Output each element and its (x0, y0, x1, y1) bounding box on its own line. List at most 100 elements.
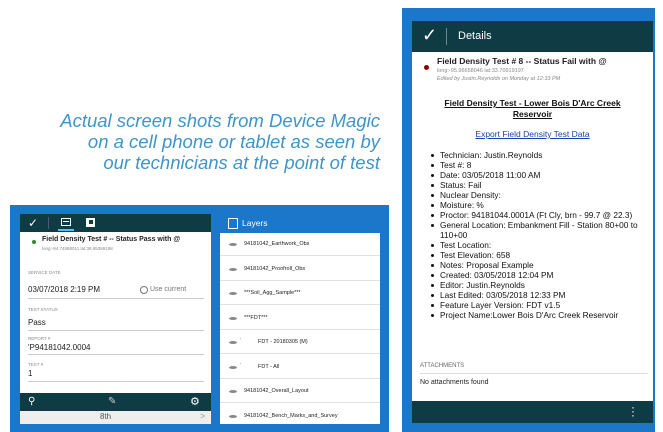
layer-name: 94181042_Overall_Layout (244, 388, 309, 394)
test-status-field[interactable]: Pass (28, 318, 46, 327)
record-title: Field Density Test # 8 -- Status Fail wi… (437, 56, 607, 66)
visibility-icon[interactable] (229, 390, 237, 393)
attachments-empty-text: No attachments found (420, 379, 489, 386)
pager-label: 8th (100, 412, 112, 421)
visibility-icon[interactable] (229, 365, 237, 369)
test-number-label: TEST # (28, 362, 44, 367)
record-field: Status: Fail (430, 180, 648, 190)
layer-name: 94181042_Proofroll_Obs (244, 265, 306, 272)
status-dot (424, 65, 429, 70)
record-field: Last Edited: 03/05/2018 12:33 PM (430, 290, 648, 300)
sublayer-marker: ’ (240, 338, 242, 344)
field-divider (28, 354, 204, 355)
layer-item[interactable]: ***Soil_Agg_Sample*** (220, 282, 380, 305)
layer-item[interactable]: 94181042_Proofroll_Obs (220, 258, 380, 281)
record-heading-line-1: Field Density Test - Lower Bois D'Arc Cr… (444, 98, 621, 108)
caption-line-1: Actual screen shots from Device Magic (60, 110, 380, 131)
visibility-icon[interactable] (229, 316, 237, 320)
visibility-icon[interactable] (229, 292, 237, 295)
sublayer-marker: ’ (240, 362, 242, 369)
layers-header: Layers (220, 214, 380, 233)
record-field: Technician: Justin.Reynolds (430, 150, 648, 160)
form-screen: ✓ Field Density Test # -- Status Pass wi… (20, 214, 211, 424)
details-screen: ✓ Details Field Density Test # 8 -- Stat… (412, 21, 653, 423)
pager-bar[interactable]: 8th > (20, 411, 211, 424)
export-data-link[interactable]: Export Field Density Test Data (412, 129, 653, 139)
attach-icon[interactable]: ✎ (108, 396, 116, 407)
layer-name: ***FDT*** (244, 314, 268, 321)
caption-text: Actual screen shots from Device Magic on… (20, 110, 380, 173)
check-icon[interactable]: ✓ (422, 25, 437, 46)
report-label: REPORT # (28, 336, 51, 341)
layers-panel: Layers 94181042_Earthwork_Obs 94181042_Pr… (220, 214, 380, 424)
location-icon[interactable]: ⚲ (28, 396, 35, 407)
layer-item[interactable]: ’ FDT - All (220, 356, 380, 379)
field-divider (28, 381, 204, 382)
attachments-label: ATTACHMENTS (420, 363, 465, 369)
layer-name: FDT - All (258, 363, 280, 370)
layer-name: 94181042_Earthwork_Obs (244, 241, 310, 247)
form-bottom-bar: ⚲ ✎ ⚙ (20, 393, 211, 411)
report-field[interactable]: 'P94181042.0004 (28, 343, 90, 352)
visibility-icon[interactable] (229, 341, 237, 344)
status-dot (32, 240, 36, 244)
layers-title: Layers (242, 218, 268, 228)
visibility-icon[interactable] (229, 243, 237, 246)
record-field: Feature Layer Version: FDT v1.5 (430, 300, 648, 310)
map-tab-icon[interactable] (86, 218, 95, 227)
form-toolbar: ✓ (20, 214, 211, 232)
record-field: Editor: Justin.Reynolds (430, 280, 648, 290)
record-coords: long:-95.96658046 lat:33.70919197 (437, 68, 524, 74)
record-field-list: Technician: Justin.Reynolds Test #: 8 Date… (430, 150, 648, 320)
visibility-icon[interactable] (229, 414, 237, 418)
record-edited: Edited by Justin.Reynolds on Monday at 1… (437, 76, 561, 82)
details-bottom-bar: · · · (412, 401, 653, 423)
details-title: Details (458, 30, 492, 42)
record-field: Notes: Proposal Example (430, 260, 648, 270)
layer-name: FDT - 20180305 (M) (258, 339, 308, 345)
record-field: Test #: 8 (430, 160, 648, 170)
record-field: Created: 03/05/2018 12:04 PM (430, 270, 648, 280)
caption-line-2: on a cell phone or tablet as seen by (87, 131, 380, 152)
toolbar-divider (48, 217, 49, 229)
field-divider (28, 330, 204, 331)
gear-icon[interactable]: ⚙ (190, 395, 200, 408)
layer-item[interactable]: ’ FDT - 20180305 (M) (220, 331, 380, 354)
form-tab-icon[interactable] (61, 218, 71, 226)
layer-item[interactable]: ***FDT*** (220, 307, 380, 330)
form-record-title: Field Density Test # -- Status Pass with… (42, 236, 181, 243)
form-record-coords: long:-94.74588011 lat:38.95399198 (42, 246, 113, 251)
record-field: Date: 03/05/2018 11:00 AM (430, 170, 648, 180)
use-current-button[interactable]: Use current (150, 286, 186, 293)
field-divider (28, 298, 204, 299)
record-field: General Location: Embankment Fill - Stat… (430, 220, 648, 240)
clock-icon[interactable] (140, 286, 148, 294)
check-icon[interactable]: ✓ (28, 216, 38, 230)
record-field: Test Location: (430, 240, 648, 250)
layer-name: ***Soil_Agg_Sample*** (244, 290, 301, 296)
record-field: Moisture: % (430, 200, 648, 210)
layers-icon (228, 218, 238, 229)
layer-item[interactable]: 94181042_Bench_Marks_and_Survey (220, 405, 380, 425)
chevron-right-icon[interactable]: > (200, 411, 205, 421)
record-heading-line-2: Reservoir (512, 109, 553, 119)
layer-item[interactable]: 94181042_Earthwork_Obs (220, 233, 380, 256)
record-field: Proctor: 94181044.0001A (Ft Cly, brn - 9… (430, 210, 648, 220)
attachments-divider (420, 373, 648, 374)
more-vert-icon[interactable]: · · · (630, 401, 636, 421)
details-header: ✓ Details (412, 21, 653, 52)
visibility-icon[interactable] (229, 267, 237, 271)
record-field: Project Name:Lower Bois D'Arc Creek Rese… (430, 310, 648, 320)
test-status-label: TEST STATUS (28, 307, 58, 312)
layer-name: 94181042_Bench_Marks_and_Survey (244, 412, 338, 419)
caption-line-3: our technicians at the point of test (103, 152, 380, 173)
service-date-field[interactable]: 03/07/2018 2:19 PM (28, 285, 100, 294)
layer-item[interactable]: 94181042_Overall_Layout (220, 380, 380, 403)
record-field: Test Elevation: 658 (430, 250, 648, 260)
test-number-field[interactable]: 1 (28, 369, 32, 378)
active-tab-underline (58, 229, 74, 231)
header-divider (446, 28, 447, 45)
record-heading: Field Density Test - Lower Bois D'Arc Cr… (412, 98, 653, 120)
service-date-label: SERVICE DATE (28, 270, 61, 275)
record-field: Nuclear Density: (430, 190, 648, 200)
